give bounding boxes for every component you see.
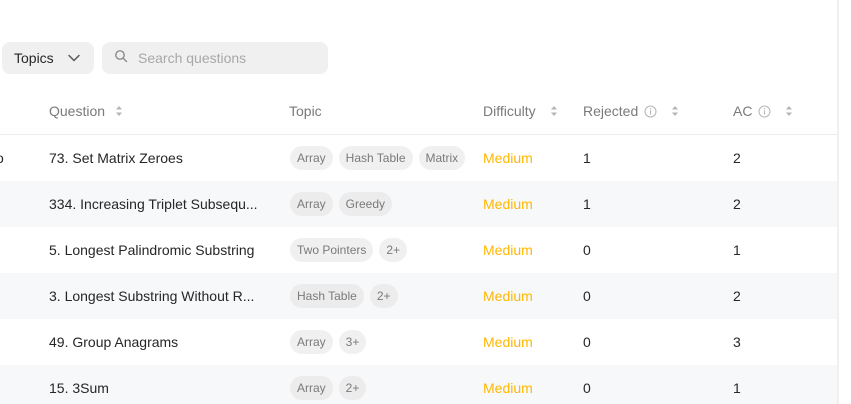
question-title[interactable]: 49. Group Anagrams — [49, 319, 178, 365]
difficulty-label: Medium — [483, 380, 533, 396]
search-box[interactable] — [102, 42, 328, 74]
search-input[interactable] — [136, 49, 320, 67]
topic-tag[interactable]: Array — [290, 192, 333, 216]
question-title[interactable]: 15. 3Sum — [49, 365, 109, 404]
header-difficulty: Difficulty — [483, 88, 558, 134]
table-header: Question Topic Difficulty Rejected AC — [0, 88, 837, 135]
sort-icon[interactable] — [115, 105, 123, 117]
question-title-text[interactable]: 73. Set Matrix Zeroes — [49, 150, 183, 166]
header-difficulty-label: Difficulty — [483, 103, 536, 119]
topics-dropdown-label: Topics — [14, 50, 54, 66]
sort-icon[interactable] — [671, 105, 679, 117]
topic-tags: Hash Table 2+ — [290, 273, 404, 319]
header-ac: AC — [733, 88, 793, 134]
search-icon — [114, 49, 128, 68]
difficulty-label: Medium — [483, 150, 533, 166]
topic-tags: Two Pointers 2+ — [290, 227, 413, 273]
question-title-text[interactable]: 15. 3Sum — [49, 380, 109, 396]
topic-tag-more[interactable]: 2+ — [379, 238, 408, 262]
topic-tag[interactable]: Two Pointers — [290, 238, 374, 262]
rejected-count: 1 — [583, 196, 591, 212]
sort-icon[interactable] — [550, 105, 558, 117]
table-row[interactable]: 15. 3Sum Array 2+ Medium 0 1 — [0, 365, 837, 404]
topic-tag[interactable]: Array — [290, 330, 333, 354]
rejected-count: 0 — [583, 288, 591, 304]
table-row[interactable]: o 73. Set Matrix Zeroes Array Hash Table… — [0, 135, 837, 181]
topic-tag[interactable]: Matrix — [418, 146, 466, 170]
topic-tag-more[interactable]: 3+ — [338, 330, 367, 354]
rejected-count: 0 — [583, 242, 591, 258]
right-gutter — [839, 0, 851, 404]
question-title[interactable]: 73. Set Matrix Zeroes — [49, 135, 183, 181]
row-edge-text: o — [0, 135, 4, 181]
problem-list-page: Topics Question — [0, 0, 851, 404]
ac-count: 2 — [733, 288, 741, 304]
table-row[interactable]: 3. Longest Substring Without R... Hash T… — [0, 273, 837, 319]
topic-tag[interactable]: Greedy — [338, 192, 393, 216]
header-topic: Topic — [289, 88, 322, 134]
topic-tags: Array 3+ — [290, 319, 372, 365]
table-row[interactable]: 334. Increasing Triplet Subsequ... Array… — [0, 181, 837, 227]
topic-tags: Array Greedy — [290, 181, 398, 227]
header-rejected-label: Rejected — [583, 103, 639, 119]
topics-dropdown[interactable]: Topics — [2, 42, 94, 74]
header-ac-label: AC — [733, 103, 753, 119]
header-topic-label: Topic — [289, 103, 322, 119]
header-question: Question — [49, 88, 123, 134]
difficulty-label: Medium — [483, 196, 533, 212]
question-title[interactable]: 334. Increasing Triplet Subsequ... — [49, 181, 258, 227]
header-question-label: Question — [49, 103, 106, 119]
questions-table: Question Topic Difficulty Rejected AC 73… — [0, 88, 837, 404]
header-rejected: Rejected — [583, 88, 679, 134]
ac-count: 3 — [733, 334, 741, 350]
question-title-text[interactable]: 49. Group Anagrams — [49, 334, 178, 350]
topic-tags: Array 2+ — [290, 365, 372, 404]
question-title[interactable]: 3. Longest Substring Without R... — [49, 273, 254, 319]
topic-tag[interactable]: Hash Table — [290, 284, 364, 308]
question-title[interactable]: 5. Longest Palindromic Substring — [49, 227, 254, 273]
topic-tag-more[interactable]: 2+ — [369, 284, 398, 308]
sort-icon[interactable] — [785, 105, 793, 117]
filter-bar: Topics — [0, 42, 328, 74]
ac-count: 2 — [733, 150, 741, 166]
topic-tag-more[interactable]: 2+ — [338, 376, 367, 400]
question-title-text[interactable]: 3. Longest Substring Without R... — [49, 288, 254, 304]
difficulty-label: Medium — [483, 288, 533, 304]
chevron-down-icon — [66, 50, 82, 66]
topic-tag[interactable]: Array — [290, 376, 333, 400]
difficulty-label: Medium — [483, 242, 533, 258]
topic-tags: Array Hash Table Matrix — [290, 135, 471, 181]
topic-tag[interactable]: Array — [290, 146, 333, 170]
difficulty-label: Medium — [483, 334, 533, 350]
ac-count: 2 — [733, 196, 741, 212]
table-row[interactable]: 5. Longest Palindromic Substring Two Poi… — [0, 227, 837, 273]
info-icon[interactable] — [758, 105, 771, 118]
topic-tag[interactable]: Hash Table — [338, 146, 413, 170]
rejected-count: 0 — [583, 380, 591, 396]
info-icon[interactable] — [644, 105, 657, 118]
ac-count: 1 — [733, 242, 741, 258]
rejected-count: 1 — [583, 150, 591, 166]
question-title-text[interactable]: 334. Increasing Triplet Subsequ... — [49, 196, 258, 212]
table-row[interactable]: 49. Group Anagrams Array 3+ Medium 0 3 — [0, 319, 837, 365]
question-title-text[interactable]: 5. Longest Palindromic Substring — [49, 242, 254, 258]
ac-count: 1 — [733, 380, 741, 396]
rejected-count: 0 — [583, 334, 591, 350]
